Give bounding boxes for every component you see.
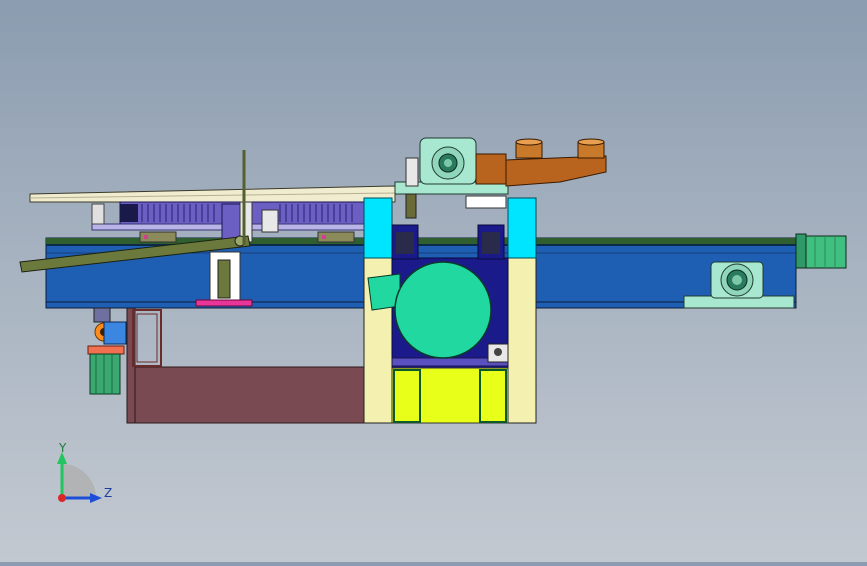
triad-sector [62,464,96,498]
drive-motor[interactable] [795,233,847,269]
coordinate-triad: Y Z [57,441,112,503]
z-arrowhead-icon [90,493,102,503]
y-axis-label: Y [58,441,67,455]
origin-marker [58,494,66,502]
left-actuator[interactable] [87,307,127,395]
cad-viewport[interactable]: Y Z [0,0,867,562]
z-axis-label: Z [104,486,112,500]
assembly-drawing: Y Z [19,137,847,503]
lower-cabinet[interactable] [126,306,365,424]
top-assembly[interactable] [394,137,607,219]
top-bed-plate[interactable] [29,185,396,203]
